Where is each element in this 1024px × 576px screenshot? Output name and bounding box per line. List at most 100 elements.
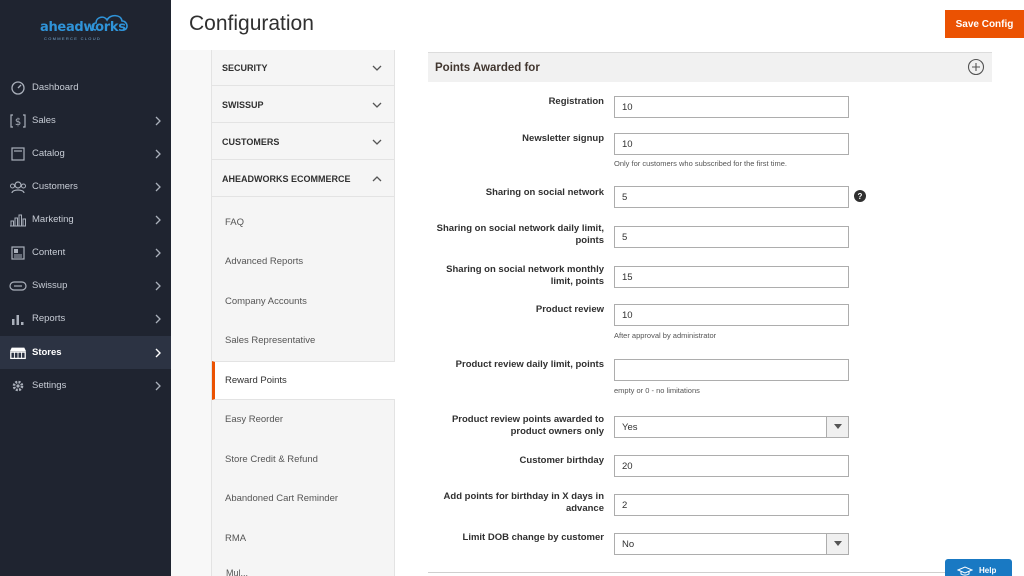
dashboard-icon	[9, 80, 27, 96]
birthday-advance-days-input[interactable]	[614, 494, 849, 516]
social-network-input[interactable]	[614, 186, 849, 208]
newsletter-note: Only for customers who subscribed for th…	[614, 159, 787, 168]
label-line: Sharing on social network daily limit,	[436, 223, 604, 234]
config-item-rma[interactable]: RMA	[212, 519, 395, 558]
config-item-label: Store Credit & Refund	[225, 454, 318, 465]
config-section-customers[interactable]: CUSTOMERS	[212, 124, 395, 160]
sidebar-item-label: Customers	[32, 181, 78, 192]
chevron-right-icon	[155, 281, 161, 290]
config-item-label: Advanced Reports	[225, 256, 304, 267]
sidebar-item-content[interactable]: Content	[0, 236, 171, 269]
label-line: points	[575, 235, 605, 246]
chevron-right-icon	[155, 182, 161, 191]
config-item-abandoned-cart[interactable]: Abandoned Cart Reminder	[212, 479, 395, 518]
product-review-input[interactable]	[614, 304, 849, 326]
dob-limit-select[interactable]: No	[614, 533, 849, 555]
sidebar-item-marketing[interactable]: Marketing	[0, 203, 171, 236]
config-item-label: Abandoned Cart Reminder	[225, 493, 339, 504]
config-item-label: Sales Representative	[225, 335, 316, 346]
config-item-store-credit[interactable]: Store Credit & Refund	[212, 440, 395, 479]
sidebar-item-dashboard[interactable]: Dashboard	[0, 71, 171, 104]
sidebar-item-customers[interactable]: Customers	[0, 170, 171, 203]
reports-icon	[9, 311, 27, 327]
sidebar-item-settings[interactable]: Settings	[0, 369, 171, 402]
content-icon	[9, 245, 27, 261]
field-label-social: Sharing on social network	[485, 187, 604, 198]
review-daily-note: empty or 0 - no limitations	[614, 386, 700, 395]
sidebar-item-label: Reports	[32, 313, 66, 324]
config-item-partial[interactable]: Mul...	[226, 568, 248, 576]
field-label-review-owners: Product review points awarded to product …	[414, 414, 604, 438]
group-header-points-awarded[interactable]: Points Awarded for	[428, 52, 992, 82]
label-line: Add points for birthday in X days in	[443, 491, 604, 502]
sidebar-item-swissup[interactable]: Swissup	[0, 269, 171, 302]
config-item-faq[interactable]: FAQ	[212, 203, 395, 242]
field-label-social-monthly: Sharing on social network monthly limit, …	[414, 264, 604, 288]
config-item-advanced-reports[interactable]: Advanced Reports	[212, 242, 395, 281]
sidebar-item-label: Sales	[32, 115, 56, 126]
dollar-icon: $	[9, 113, 27, 129]
config-item-label: FAQ	[225, 217, 245, 228]
config-section-swissup[interactable]: SWISSUP	[212, 87, 395, 123]
content-gutter	[171, 50, 211, 576]
config-section-aheadworks[interactable]: AHEADWORKS ECOMMERCE	[212, 161, 395, 197]
chevron-right-icon	[155, 215, 161, 224]
page-title: Configuration	[189, 12, 314, 35]
label-line: Sharing on social network monthly	[446, 264, 604, 275]
config-item-easy-reorder[interactable]: Easy Reorder	[212, 400, 395, 439]
chevron-down-icon	[372, 65, 382, 71]
help-tooltip-icon[interactable]: ?	[854, 190, 866, 202]
newsletter-signup-input[interactable]	[614, 133, 849, 155]
sidebar-item-label: Marketing	[32, 214, 74, 225]
config-tabs: SECURITY SWISSUP CUSTOMERS AHEADWORKS EC…	[211, 50, 395, 576]
chevron-right-icon	[155, 314, 161, 323]
expand-plus-icon[interactable]	[967, 58, 985, 76]
sidebar-item-label: Catalog	[32, 148, 65, 159]
label-line: advance	[565, 503, 604, 514]
help-button[interactable]: Help	[945, 559, 1012, 576]
review-daily-limit-input[interactable]	[614, 359, 849, 381]
chevron-right-icon	[155, 348, 161, 357]
marketing-icon	[9, 212, 27, 228]
sidebar-item-label: Swissup	[32, 280, 68, 291]
config-section-label: AHEADWORKS ECOMMERCE	[222, 173, 351, 184]
aheadworks-logo[interactable]: aheadworks COMMERCE CLOUD	[38, 12, 133, 42]
config-item-label: Easy Reorder	[225, 414, 284, 425]
config-item-sales-representative[interactable]: Sales Representative	[212, 321, 395, 360]
save-config-button[interactable]: Save Config	[945, 10, 1024, 38]
sidebar-item-label: Content	[32, 247, 66, 258]
swissup-icon	[9, 278, 27, 294]
config-section-security[interactable]: SECURITY	[212, 50, 395, 86]
customer-birthday-input[interactable]	[614, 455, 849, 477]
field-label-birthday-advance: Add points for birthday in X days in adva…	[414, 491, 604, 515]
caret-down-icon	[833, 424, 842, 429]
sidebar-item-stores[interactable]: Stores	[0, 336, 171, 369]
config-item-label: Company Accounts	[225, 296, 307, 307]
label-line: limit, points	[550, 276, 604, 287]
caret-down-icon	[833, 541, 842, 546]
logo-subtitle: COMMERCE CLOUD	[44, 36, 102, 41]
help-label: Help	[979, 566, 997, 575]
field-label-birthday: Customer birthday	[519, 455, 604, 466]
sidebar-item-label: Dashboard	[32, 82, 79, 93]
social-daily-limit-input[interactable]	[614, 226, 849, 248]
field-label-newsletter: Newsletter signup	[522, 133, 604, 144]
review-owners-select[interactable]: Yes	[614, 416, 849, 438]
chevron-right-icon	[155, 381, 161, 390]
customers-icon	[9, 179, 27, 195]
registration-input[interactable]	[614, 96, 849, 118]
select-arrow	[826, 534, 848, 554]
social-monthly-limit-input[interactable]	[614, 266, 849, 288]
chevron-right-icon	[155, 149, 161, 158]
sidebar-item-sales[interactable]: $ Sales	[0, 104, 171, 137]
config-item-company-accounts[interactable]: Company Accounts	[212, 282, 395, 321]
product-review-note: After approval by administrator	[614, 331, 717, 340]
sidebar-item-reports[interactable]: Reports	[0, 302, 171, 335]
sidebar-item-catalog[interactable]: Catalog	[0, 137, 171, 170]
catalog-icon	[9, 146, 27, 162]
select-value: No	[622, 539, 635, 550]
gear-icon	[9, 378, 27, 394]
select-value: Yes	[622, 422, 638, 433]
config-item-reward-points[interactable]: Reward Points	[212, 361, 395, 400]
logo-text: aheadworks	[40, 20, 126, 35]
